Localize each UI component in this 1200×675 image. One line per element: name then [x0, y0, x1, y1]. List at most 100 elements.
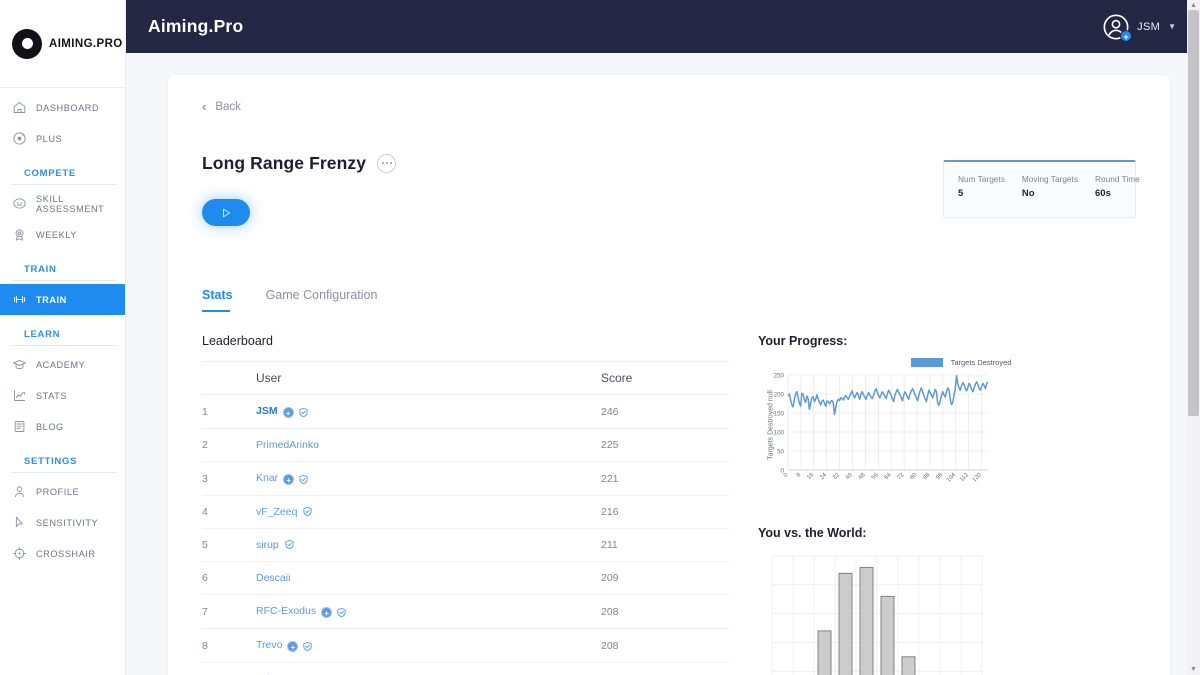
progress-chart: Targets Destroyed Targets Destroyed null… [758, 358, 1136, 492]
row-rank: 4 [202, 496, 256, 529]
user-badges: + [287, 641, 313, 652]
sidebar-nav: DASHBOARD PLUS COMPETE SKILL ASSESSMENT WEEK… [0, 88, 125, 569]
row-user-cell: RFC-Exodus+ [256, 595, 601, 629]
user-link[interactable]: Descaii [256, 572, 290, 584]
sidebar-item-plus[interactable]: PLUS [0, 123, 125, 154]
table-row[interactable]: 1JSM+246 [202, 395, 729, 429]
chart-legend: Targets Destroyed [758, 358, 1136, 367]
table-row[interactable]: 5sirup211 [202, 529, 729, 562]
sidebar-item-weekly[interactable]: WEEKLY [0, 219, 125, 250]
table-row[interactable]: 3Knar+221 [202, 462, 729, 496]
info-value: No [1022, 188, 1078, 199]
sidebar-item-label: WEEKLY [36, 230, 77, 240]
progress-heading: Your Progress: [758, 334, 1136, 348]
row-user-cell: Knar + [256, 462, 601, 496]
game-detail-card: ‹ Back Long Range Frenzy Num Targets5Mov… [168, 75, 1170, 675]
row-user-cell: Trevo + [256, 629, 601, 663]
play-button[interactable] [202, 199, 250, 226]
row-user-cell: vF_Zeeq [256, 496, 601, 529]
book-icon [12, 419, 27, 434]
page-scroll-area: ‹ Back Long Range Frenzy Num Targets5Mov… [126, 53, 1200, 675]
user-link[interactable]: RFC-Exodus [256, 605, 316, 617]
table-row[interactable]: 8Trevo+208 [202, 629, 729, 663]
leaderboard-panel: Leaderboard UserScore 1JSM+2462PrimedAri… [202, 334, 729, 675]
sidebar-group-settings: SETTINGS [12, 447, 116, 473]
table-row[interactable]: 9solo7+205 [202, 663, 729, 675]
verified-shield-icon [284, 539, 295, 550]
chevron-left-icon: ‹ [202, 99, 206, 114]
app-title: Aiming.Pro [148, 16, 243, 37]
plus-badge-icon: + [283, 474, 294, 485]
row-score: 205 [601, 663, 729, 675]
sidebar-item-profile[interactable]: PROFILE [0, 476, 125, 507]
user-link[interactable]: Knar [256, 472, 278, 484]
verified-shield-icon [336, 607, 347, 618]
row-user-cell: sirup [256, 529, 601, 562]
scroll-down-arrow[interactable]: ▼ [1187, 664, 1200, 675]
svg-text:200: 200 [774, 392, 785, 399]
sidebar-item-train[interactable]: TRAIN [0, 284, 125, 315]
brand-logo[interactable]: AIMING.PRO [0, 0, 125, 88]
brand-name: AIMING.PRO [49, 38, 123, 50]
verified-shield-icon [302, 641, 313, 652]
table-row[interactable]: 7RFC-Exodus+208 [202, 595, 729, 629]
sidebar-item-blog[interactable]: BLOG [0, 411, 125, 442]
user-menu[interactable]: + JSM ▼ [1102, 13, 1176, 41]
sidebar-item-crosshair[interactable]: CROSSHAIR [0, 538, 125, 569]
target-circle-icon [12, 29, 42, 59]
verified-shield-icon [298, 474, 309, 485]
sidebar-item-label: DASHBOARD [36, 103, 99, 113]
svg-text:112: 112 [959, 472, 970, 483]
row-rank: 6 [202, 562, 256, 595]
user-link[interactable]: vF_Zeeq [256, 506, 297, 518]
user-badges [284, 539, 295, 550]
sidebar-item-stats[interactable]: STATS [0, 380, 125, 411]
table-row[interactable]: 6Descaii209 [202, 562, 729, 595]
plus-badge-icon: + [287, 641, 298, 652]
sidebar-item-skill-assessment[interactable]: SKILL ASSESSMENT [0, 188, 125, 219]
sidebar-item-label: BLOG [36, 422, 64, 432]
svg-text:56: 56 [871, 472, 880, 481]
row-rank: 2 [202, 429, 256, 462]
sidebar-item-label: PROFILE [36, 487, 79, 497]
sidebar-item-dashboard[interactable]: DASHBOARD [0, 92, 125, 123]
legend-label: Targets Destroyed [951, 358, 1012, 367]
user-link[interactable]: Trevo [256, 639, 282, 651]
table-row[interactable]: 2PrimedArinko225 [202, 429, 729, 462]
page-scrollbar[interactable]: ▲ ▼ [1187, 0, 1200, 675]
table-row[interactable]: 4vF_Zeeq216 [202, 496, 729, 529]
svg-text:88: 88 [922, 472, 931, 481]
info-key: Round Time [1095, 174, 1140, 184]
user-link[interactable]: sirup [256, 539, 279, 551]
tab-stats[interactable]: Stats [202, 288, 233, 312]
sidebar-item-academy[interactable]: ACADEMY [0, 349, 125, 380]
user-link[interactable]: PrimedArinko [256, 439, 319, 451]
svg-text:64: 64 [884, 472, 893, 481]
chart-line-icon [12, 388, 27, 403]
world-chart: 0255075100125150175200225 [758, 550, 1136, 675]
svg-text:120: 120 [972, 472, 984, 484]
column-header-user: User [256, 362, 601, 395]
info-value: 5 [958, 188, 1005, 199]
ellipsis-icon[interactable] [377, 154, 396, 173]
leaderboard-title: Leaderboard [202, 334, 729, 348]
row-rank: 5 [202, 529, 256, 562]
world-histogram-plot: 0255075100125150175200225 [758, 550, 988, 675]
sidebar: AIMING.PRO DASHBOARD PLUS COMPETE SKILL ASS… [0, 0, 126, 675]
svg-text:0: 0 [783, 472, 790, 479]
row-score: 208 [601, 595, 729, 629]
back-button[interactable]: ‹ Back [202, 95, 1136, 114]
column-header-rank [202, 362, 256, 395]
row-user-cell: Descaii [256, 562, 601, 595]
svg-text:104: 104 [946, 472, 958, 484]
svg-text:80: 80 [909, 472, 918, 481]
row-score: 246 [601, 395, 729, 429]
sidebar-item-sensitivity[interactable]: SENSITIVITY [0, 507, 125, 538]
sidebar-group-compete: COMPETE [12, 159, 116, 185]
medal-icon [12, 227, 27, 242]
svg-text:8: 8 [796, 472, 803, 479]
gauge-icon [12, 196, 27, 211]
tab-game-configuration[interactable]: Game Configuration [266, 288, 378, 312]
scrollbar-thumb[interactable] [1188, 10, 1199, 416]
user-link[interactable]: JSM [256, 405, 278, 417]
